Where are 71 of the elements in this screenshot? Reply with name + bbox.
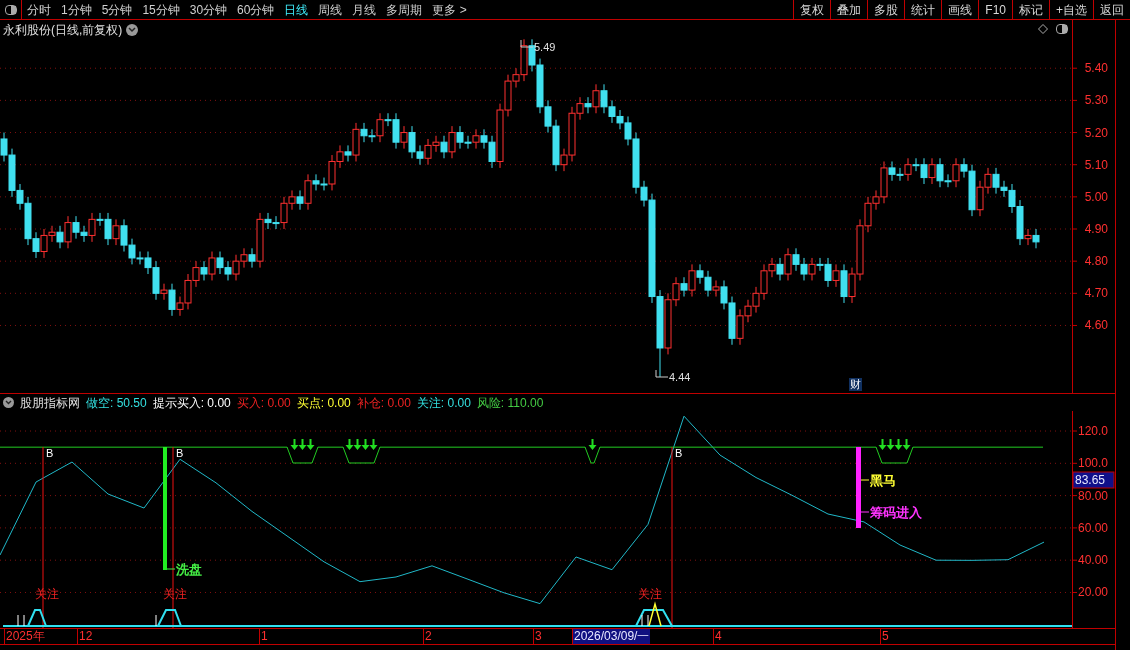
toolbar-button[interactable]: F10	[978, 0, 1012, 19]
toolbar-button[interactable]: 复权	[793, 0, 831, 19]
indicator-axis-label: 120.0	[1077, 424, 1108, 438]
period-tab[interactable]: 分时	[22, 0, 56, 19]
signal-label: 黑马	[870, 473, 896, 488]
diamond-icon[interactable]	[1038, 24, 1048, 34]
price-axis-label: 5.10	[1084, 157, 1108, 172]
signal-label: 洗盘	[176, 562, 202, 577]
indicator-axis-label: 100.0	[1077, 456, 1108, 471]
price-axis-label: 4.80	[1084, 254, 1108, 269]
date-axis-label: 4	[713, 629, 723, 644]
date-axis-label: 3	[533, 629, 543, 644]
watch-mark: 关注	[35, 587, 59, 601]
period-tab[interactable]: 多周期	[381, 0, 428, 19]
date-axis-label: 1	[259, 629, 269, 644]
indicator-value: 买入: 0.00	[236, 394, 291, 412]
indicator-value: 买点: 0.00	[296, 394, 351, 412]
toolbar-button[interactable]: 画线	[941, 0, 979, 19]
toolbar-button[interactable]: +自选	[1049, 0, 1093, 19]
indicator-value: 做空: 50.50	[86, 394, 147, 412]
price-axis-label: 4.70	[1084, 286, 1108, 301]
price-axis-label: 5.00	[1084, 189, 1108, 204]
period-tab[interactable]: 30分钟	[184, 0, 233, 19]
indicator-axis-label: 60.00	[1077, 520, 1108, 535]
sell-signal-icon	[875, 439, 914, 464]
toolbar-button[interactable]: 叠加	[830, 0, 868, 19]
indicator-name: 股朋指标网	[20, 394, 80, 412]
indicator-axis-label: 80.00	[1077, 488, 1108, 503]
indicator-value: 关注: 0.00	[416, 394, 471, 412]
period-tab[interactable]: 5分钟	[96, 0, 138, 19]
date-axis-label: 2	[423, 629, 433, 644]
indicator-value: 风险: 110.00	[476, 394, 544, 412]
period-tab[interactable]: 日线	[279, 0, 314, 19]
buy-mark: B	[176, 447, 184, 459]
date-axis-label: 5	[880, 629, 890, 644]
current-value-tag: 83.65	[1072, 471, 1115, 489]
watch-mark: 关注	[163, 587, 187, 601]
signal-label: 筹码进入	[870, 505, 922, 520]
period-tab[interactable]: 月线	[347, 0, 382, 19]
toolbar-button[interactable]: 标记	[1012, 0, 1049, 19]
period-tab[interactable]: 15分钟	[137, 0, 185, 19]
period-tab[interactable]: 更多 >	[427, 0, 472, 19]
period-tab[interactable]: 60分钟	[232, 0, 280, 19]
dropdown-icon[interactable]	[3, 397, 14, 408]
sell-signal-icon	[286, 439, 319, 464]
sell-signal-icon	[584, 439, 601, 464]
news-badge[interactable]: 财	[849, 378, 862, 391]
price-axis-label: 5.30	[1084, 93, 1108, 108]
indicator-value: 提示买入: 0.00	[152, 394, 231, 412]
indicator-axis-label: 20.00	[1077, 585, 1108, 600]
watch-mark: 关注	[638, 587, 662, 601]
toolbar-button[interactable]: 多股	[867, 0, 905, 19]
price-axis-label: 4.60	[1084, 318, 1108, 333]
indicator-value: 补仓: 0.00	[356, 394, 411, 412]
panel-toggle-icon[interactable]	[1056, 24, 1068, 34]
price-axis-label: 5.40	[1084, 61, 1108, 76]
date-axis-label[interactable]: 2026/03/09/一	[572, 629, 651, 644]
price-axis-label: 5.20	[1084, 125, 1108, 140]
indicator-axis-label: 40.00	[1077, 553, 1108, 568]
dropdown-icon[interactable]	[126, 24, 139, 36]
toolbar-button[interactable]: 返回	[1093, 0, 1130, 19]
date-axis-label: 2025年	[4, 629, 46, 644]
price-axis-label: 4.90	[1084, 222, 1108, 236]
buy-mark: B	[46, 447, 54, 459]
sell-signal-icon	[342, 439, 381, 464]
stock-title: 永利股份(日线,前复权)	[3, 22, 123, 39]
period-tab[interactable]: 1分钟	[56, 0, 97, 19]
toolbar-button[interactable]: 统计	[904, 0, 942, 19]
date-axis-label: 12	[77, 629, 94, 644]
period-tab[interactable]: 周线	[313, 0, 348, 19]
buy-mark: B	[675, 447, 683, 459]
